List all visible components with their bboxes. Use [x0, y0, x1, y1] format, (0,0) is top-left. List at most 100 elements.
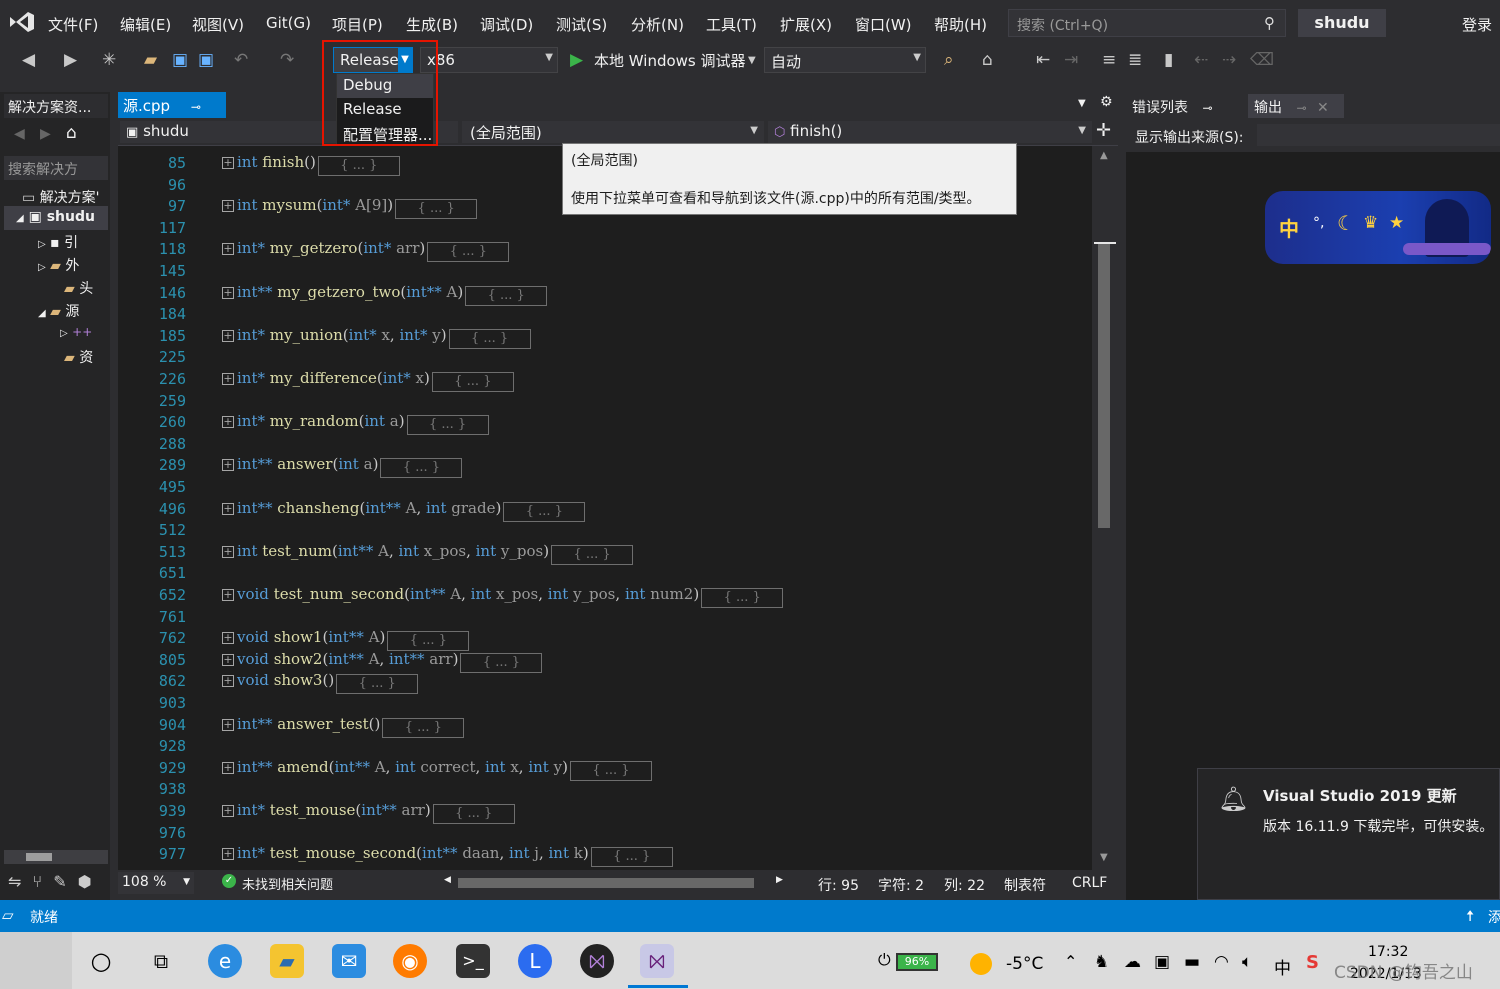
home-icon[interactable]: ⌂: [66, 123, 77, 143]
expand-icon[interactable]: +: [222, 848, 234, 860]
code-editor[interactable]: 85 + int finish(){ ... } 96 97 + int mysum(int…: [118, 146, 1092, 870]
expand-icon[interactable]: +: [222, 287, 234, 299]
menu-build[interactable]: 生成(B): [406, 14, 458, 35]
file-explorer-icon[interactable]: ▰: [270, 944, 304, 978]
login-link[interactable]: 登录: [1462, 14, 1492, 35]
expand-icon[interactable]: +: [222, 589, 234, 601]
vertical-scrollbar[interactable]: ▲ ▼: [1092, 146, 1118, 870]
browser-link-icon[interactable]: ⌂: [982, 50, 993, 70]
update-notification[interactable]: 🔔︎ Visual Studio 2019 更新 版本 16.11.9 下载完毕…: [1197, 768, 1500, 900]
prev-bookmark-icon[interactable]: ⇠: [1194, 50, 1208, 70]
code-line[interactable]: + void show1(int** A){ ... }: [222, 628, 470, 651]
next-bookmark-icon[interactable]: ⇢: [1222, 50, 1236, 70]
collapsed-region[interactable]: { ... }: [701, 588, 784, 608]
collapsed-region[interactable]: { ... }: [406, 415, 489, 435]
scroll-left-icon[interactable]: ◀: [444, 875, 451, 885]
tab-overflow-icon[interactable]: ▼: [1078, 98, 1086, 109]
menu-view[interactable]: 视图(V): [192, 14, 244, 35]
expand-icon[interactable]: +: [222, 503, 234, 515]
menu-file[interactable]: 文件(F): [48, 14, 98, 35]
code-line[interactable]: + int mysum(int* A[9]){ ... }: [222, 196, 478, 219]
chevron-down-icon[interactable]: ▼: [398, 48, 412, 72]
solution-configuration-select[interactable]: Release ▼: [333, 47, 413, 73]
solution-explorer-tab[interactable]: 解决方案资...: [4, 94, 108, 118]
visual-studio-icon[interactable]: ⨝: [640, 944, 674, 978]
menu-git[interactable]: Git(G): [266, 14, 311, 32]
tree-item-headers[interactable]: ▰ 头: [64, 278, 93, 298]
expand-icon[interactable]: +: [222, 654, 234, 666]
task-view-icon[interactable]: ⧉: [144, 944, 178, 978]
collapsed-region[interactable]: { ... }: [380, 458, 463, 478]
config-option-release[interactable]: Release: [337, 98, 433, 122]
collapsed-region[interactable]: { ... }: [317, 156, 400, 176]
uncomment-icon[interactable]: ≣: [1128, 50, 1142, 70]
expand-icon[interactable]: +: [222, 157, 234, 169]
battery-tray-icon[interactable]: ▬: [1184, 952, 1200, 972]
collapsed-region[interactable]: { ... }: [432, 804, 515, 824]
start-debugging-icon[interactable]: ▶: [570, 50, 583, 70]
battery-indicator[interactable]: 96%: [896, 953, 938, 971]
line-ending[interactable]: CRLF: [1072, 875, 1107, 891]
collapsed-region[interactable]: { ... }: [448, 329, 531, 349]
code-line[interactable]: + void test_num_second(int** A, int x_pos…: [222, 585, 784, 608]
scroll-up-icon[interactable]: ▲: [1100, 150, 1108, 161]
git-changes-icon[interactable]: ⑂: [33, 872, 43, 891]
zoom-select[interactable]: 108 % ▼: [118, 872, 194, 894]
tree-item-sources[interactable]: ◢ ▰ 源: [38, 301, 79, 321]
save-icon[interactable]: ▣: [172, 50, 188, 70]
indentation-mode[interactable]: 制表符: [1004, 875, 1046, 895]
open-folder-icon[interactable]: ▰: [144, 50, 157, 70]
tab-source-cpp[interactable]: 源.cpp ⊸ ✕: [118, 92, 226, 134]
bookmark-icon[interactable]: ▮: [1164, 50, 1173, 70]
expand-icon[interactable]: +: [222, 805, 234, 817]
tree-item-external[interactable]: ▷ ▰ 外: [38, 255, 79, 275]
tree-item-cpp-file[interactable]: ▷ ++: [60, 324, 92, 340]
config-option-debug[interactable]: Debug: [337, 74, 433, 98]
code-line[interactable]: + int** amend(int** A, int correct, int x…: [222, 758, 652, 781]
comment-icon[interactable]: ≡: [1102, 50, 1116, 70]
collapsed-region[interactable]: { ... }: [551, 545, 634, 565]
expand-icon[interactable]: +: [222, 675, 234, 687]
input-method[interactable]: 中: [1274, 954, 1291, 979]
expand-icon[interactable]: +: [222, 330, 234, 342]
code-line[interactable]: + int test_num(int** A, int x_pos, int y_…: [222, 542, 634, 565]
collapsed-region[interactable]: { ... }: [503, 502, 586, 522]
pin-icon[interactable]: ⊸: [191, 100, 201, 114]
scrollbar-thumb[interactable]: [1098, 242, 1110, 528]
undo-icon[interactable]: ↶: [234, 50, 248, 70]
tree-item-references[interactable]: ▷ ▪ 引: [38, 232, 78, 252]
pin-icon[interactable]: ⊸: [1202, 101, 1212, 115]
code-line[interactable]: + void show2(int** A, int** arr){ ... }: [222, 650, 543, 673]
cursor-col[interactable]: 列: 22: [944, 875, 985, 895]
expand-icon[interactable]: +: [222, 373, 234, 385]
tree-item-solution[interactable]: ▭ 解决方案': [22, 187, 100, 207]
save-all-icon[interactable]: ▣: [198, 50, 214, 70]
chevron-up-icon[interactable]: ⌃: [1064, 952, 1077, 971]
add-to-source-control[interactable]: 添: [1488, 907, 1500, 927]
project-name-badge[interactable]: shudu: [1298, 9, 1386, 37]
close-icon[interactable]: ✕: [1317, 100, 1329, 116]
collapsed-region[interactable]: { ... }: [336, 674, 419, 694]
code-line[interactable]: + int* test_mouse(int** arr){ ... }: [222, 801, 515, 824]
qq-icon[interactable]: ♞: [1094, 952, 1109, 972]
menu-help[interactable]: 帮助(H): [934, 14, 987, 35]
code-line[interactable]: + void show3(){ ... }: [222, 671, 419, 694]
expand-icon[interactable]: +: [222, 416, 234, 428]
menu-project[interactable]: 项目(P): [332, 14, 383, 35]
mail-icon[interactable]: ✉: [332, 944, 366, 978]
code-line[interactable]: + int* my_random(int a){ ... }: [222, 412, 489, 435]
vs-code-icon[interactable]: ⨝: [580, 944, 614, 978]
menu-edit[interactable]: 编辑(E): [120, 14, 171, 35]
code-line[interactable]: + int* my_union(int* x, int* y){ ... }: [222, 326, 531, 349]
horizontal-scrollbar[interactable]: [4, 850, 108, 864]
code-line[interactable]: + int** answer_test(){ ... }: [222, 715, 465, 738]
volume-icon[interactable]: 🔈︎: [1242, 952, 1252, 972]
collapsed-region[interactable]: { ... }: [590, 847, 673, 867]
config-option-manager[interactable]: 配置管理器...: [337, 122, 433, 146]
expand-icon[interactable]: +: [222, 459, 234, 471]
firefox-icon[interactable]: ◉: [393, 944, 427, 978]
menu-debug[interactable]: 调试(D): [480, 14, 533, 35]
cursor-row[interactable]: 行: 95: [818, 875, 859, 895]
code-line[interactable]: + int** chansheng(int** A, int grade){ ..…: [222, 499, 586, 522]
scrollbar-thumb[interactable]: [26, 853, 52, 861]
